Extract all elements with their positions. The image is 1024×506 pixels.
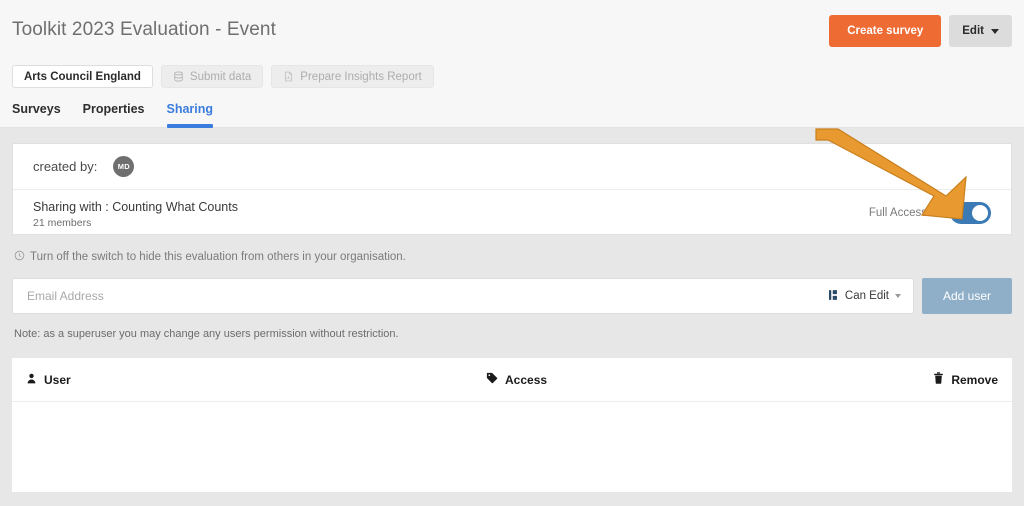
header-actions: Create survey Edit: [829, 15, 1012, 47]
column-header-label: User: [44, 373, 71, 387]
sharing-with-row: Sharing with : Counting What Counts 21 m…: [13, 190, 1011, 235]
page-title: Toolkit 2023 Evaluation - Event: [12, 19, 276, 41]
edit-permission-icon: [828, 289, 839, 304]
page-header: Toolkit 2023 Evaluation - Event Create s…: [0, 0, 1024, 128]
pill-label: Prepare Insights Report: [300, 71, 421, 83]
user-table-body: [12, 402, 1012, 491]
column-header-remove: Remove: [933, 372, 998, 387]
sharing-card: created by: MD Sharing with : Counting W…: [12, 143, 1012, 235]
superuser-note: Note: as a superuser you may change any …: [14, 328, 399, 340]
sharing-controls: Full Access: [869, 202, 991, 224]
pill-label: Submit data: [190, 71, 251, 83]
full-access-dropdown[interactable]: Full Access: [869, 207, 940, 219]
page-body: created by: MD Sharing with : Counting W…: [0, 128, 1024, 506]
chevron-down-icon: [895, 294, 901, 298]
trash-icon: [933, 372, 944, 387]
column-header-user: User: [26, 373, 71, 387]
sharing-with-text: Sharing with : Counting What Counts 21 m…: [33, 197, 238, 229]
pill-submit-data[interactable]: Submit data: [161, 65, 263, 88]
pill-label: Arts Council England: [24, 71, 141, 83]
created-by-label: created by:: [33, 159, 97, 174]
tab-properties[interactable]: Properties: [83, 102, 145, 128]
access-level-label: Full Access: [869, 207, 927, 219]
info-icon: [14, 250, 25, 264]
avatar[interactable]: MD: [113, 156, 134, 177]
column-header-access: Access: [486, 372, 547, 387]
add-user-button[interactable]: Add user: [922, 278, 1012, 314]
email-input[interactable]: [27, 289, 814, 303]
section-tabs: Surveys Properties Sharing: [12, 102, 213, 128]
user-table: User Access: [12, 358, 1012, 492]
chevron-down-icon: [991, 29, 999, 34]
context-pill-row: Arts Council England Submit data: [12, 65, 434, 88]
create-survey-button[interactable]: Create survey: [829, 15, 941, 47]
user-table-header: User Access: [12, 358, 1012, 402]
person-icon: [26, 373, 37, 387]
chevron-down-icon: [934, 211, 940, 215]
column-header-label: Remove: [951, 373, 998, 387]
member-count: 21 members: [33, 217, 238, 229]
permission-label: Can Edit: [845, 290, 889, 302]
app-page: Toolkit 2023 Evaluation - Event Create s…: [0, 0, 1024, 506]
share-visibility-toggle[interactable]: [950, 202, 991, 224]
visibility-hint-text: Turn off the switch to hide this evaluat…: [30, 251, 406, 263]
created-by-row: created by: MD: [13, 144, 1011, 190]
permission-dropdown[interactable]: Can Edit: [814, 289, 901, 304]
database-icon: [173, 71, 184, 82]
invite-field: Can Edit: [12, 278, 914, 314]
invite-user-row: Can Edit Add user: [12, 278, 1012, 314]
tab-sharing[interactable]: Sharing: [167, 102, 214, 128]
edit-dropdown-button[interactable]: Edit: [949, 15, 1012, 47]
column-header-label: Access: [505, 373, 547, 387]
pill-prepare-insights-report[interactable]: Prepare Insights Report: [271, 65, 433, 88]
visibility-hint: Turn off the switch to hide this evaluat…: [14, 250, 406, 264]
toggle-knob: [972, 205, 988, 221]
tag-icon: [486, 372, 498, 387]
file-report-icon: [283, 71, 294, 82]
tab-surveys[interactable]: Surveys: [12, 102, 61, 128]
sharing-with-title: Sharing with : Counting What Counts: [33, 199, 238, 215]
pill-arts-council-england[interactable]: Arts Council England: [12, 65, 153, 88]
edit-button-label: Edit: [962, 25, 984, 37]
